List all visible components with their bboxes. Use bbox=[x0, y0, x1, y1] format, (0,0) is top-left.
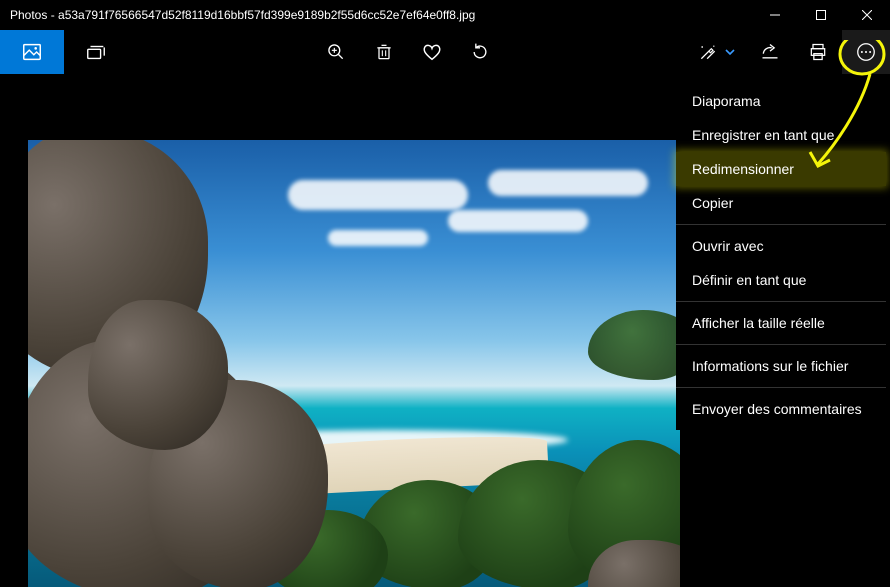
more-menu: Diaporama Enregistrer en tant que Redime… bbox=[676, 80, 886, 430]
menu-item-copy[interactable]: Copier bbox=[676, 186, 886, 220]
share-button[interactable] bbox=[746, 30, 794, 74]
image-icon bbox=[21, 41, 43, 63]
menu-item-open-with[interactable]: Ouvrir avec bbox=[676, 229, 886, 263]
title-bar: Photos - a53a791f76566547d52f8119d16bbf5… bbox=[0, 0, 890, 30]
collection-icon bbox=[85, 41, 107, 63]
menu-item-diaporama[interactable]: Diaporama bbox=[676, 84, 886, 118]
delete-button[interactable] bbox=[360, 30, 408, 74]
share-icon bbox=[760, 42, 780, 62]
close-button[interactable] bbox=[844, 0, 890, 30]
menu-item-resize[interactable]: Redimensionner bbox=[676, 152, 886, 186]
edit-create-button[interactable] bbox=[688, 30, 746, 74]
menu-divider bbox=[676, 224, 886, 225]
minimize-button[interactable] bbox=[752, 0, 798, 30]
edit-icon bbox=[698, 42, 718, 62]
tab-view[interactable] bbox=[0, 30, 64, 74]
print-icon bbox=[808, 42, 828, 62]
zoom-button[interactable] bbox=[312, 30, 360, 74]
print-button[interactable] bbox=[794, 30, 842, 74]
menu-divider bbox=[676, 387, 886, 388]
window-controls bbox=[752, 0, 890, 30]
menu-divider bbox=[676, 301, 886, 302]
more-icon bbox=[855, 41, 877, 63]
menu-item-set-as[interactable]: Définir en tant que bbox=[676, 263, 886, 297]
toolbar bbox=[0, 30, 890, 74]
window-title: Photos - a53a791f76566547d52f8119d16bbf5… bbox=[0, 8, 752, 22]
trash-icon bbox=[374, 42, 394, 62]
menu-divider bbox=[676, 344, 886, 345]
zoom-in-icon bbox=[326, 42, 346, 62]
rotate-button[interactable] bbox=[456, 30, 504, 74]
photo[interactable] bbox=[28, 140, 680, 587]
menu-item-save-as[interactable]: Enregistrer en tant que bbox=[676, 118, 886, 152]
rotate-icon bbox=[470, 42, 490, 62]
favorite-button[interactable] bbox=[408, 30, 456, 74]
chevron-down-icon bbox=[724, 46, 736, 58]
more-button[interactable] bbox=[842, 30, 890, 74]
menu-item-file-info[interactable]: Informations sur le fichier bbox=[676, 349, 886, 383]
maximize-button[interactable] bbox=[798, 0, 844, 30]
menu-item-actual-size[interactable]: Afficher la taille réelle bbox=[676, 306, 886, 340]
tab-collection[interactable] bbox=[64, 30, 128, 74]
menu-item-feedback[interactable]: Envoyer des commentaires bbox=[676, 392, 886, 426]
heart-icon bbox=[421, 41, 443, 63]
